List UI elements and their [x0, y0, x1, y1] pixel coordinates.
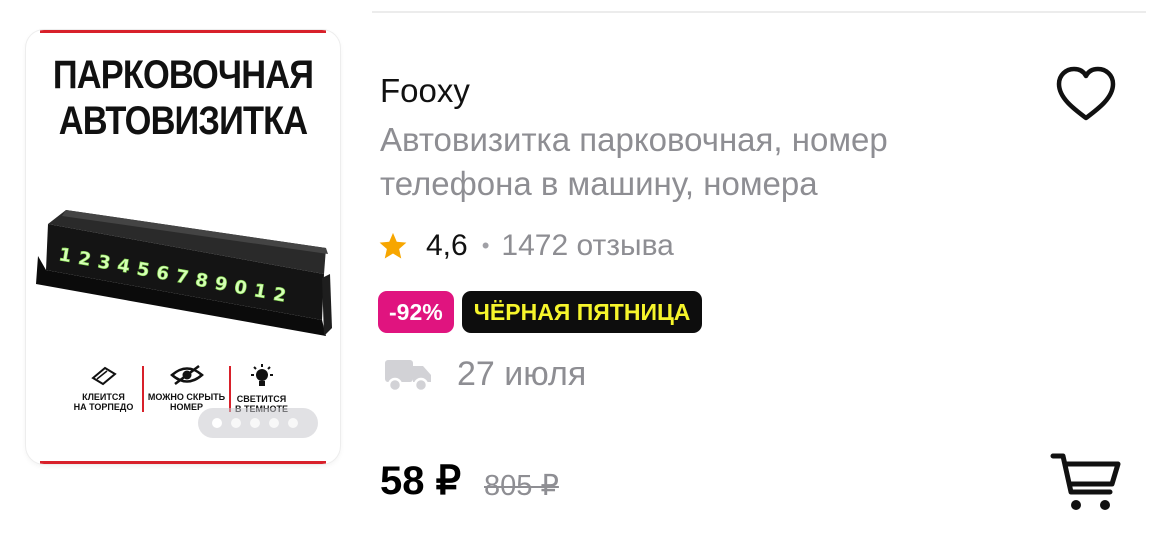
rating-value: 4,6: [426, 229, 468, 262]
tape-icon: [90, 366, 117, 386]
image-title-line2: АВТОВИЗИТКА: [58, 99, 308, 143]
rating-separator: •: [481, 233, 490, 258]
carousel-dot[interactable]: [288, 418, 298, 428]
badges-row: -92% ЧЁРНАЯ ПЯТНИЦА: [378, 291, 703, 333]
reviews-count: 1472 отзыва: [501, 229, 674, 262]
image-title-line1: ПАРКОВОЧНАЯ: [52, 53, 314, 97]
image-carousel-dots[interactable]: [198, 408, 318, 438]
feature-glows: СВЕТИТСЯ В ТЕМНОТЕ: [214, 364, 309, 414]
product-title-line2: телефона в машину, номера: [380, 165, 818, 202]
parking-card-device: 123456789012: [36, 210, 332, 336]
image-title: ПАРКОВОЧНАЯ АВТОВИЗИТКА: [48, 52, 318, 144]
delivery-row: 27 июля: [383, 352, 586, 396]
carousel-dot[interactable]: [269, 418, 279, 428]
product-image-card[interactable]: ПАРКОВОЧНАЯ АВТОВИЗИТКА 123456789012 КЛЕ…: [26, 30, 340, 464]
bulb-icon: [250, 364, 273, 386]
image-red-line-bottom: [40, 461, 326, 464]
image-red-line-top: [40, 30, 326, 33]
cart-icon[interactable]: [1050, 450, 1122, 514]
current-price: 58 ₽: [380, 459, 462, 503]
feature-sticks: КЛЕИТСЯ НА ТОРПЕДО: [56, 364, 151, 412]
carousel-dot[interactable]: [212, 418, 222, 428]
feature-glows-line1: СВЕТИТСЯ: [236, 394, 287, 404]
feature-sticks-line1: КЛЕИТСЯ: [82, 392, 125, 402]
star-icon: [379, 232, 407, 259]
eye-hidden-icon: [169, 365, 204, 385]
old-price: 805 ₽: [484, 470, 559, 502]
heart-icon[interactable]: [1054, 64, 1118, 124]
rating-row[interactable]: 4,6 • 1472 отзыва: [378, 226, 674, 266]
black-friday-badge: ЧЁРНАЯ ПЯТНИЦА: [461, 291, 703, 333]
product-title[interactable]: Автовизитка парковочная, номер телефона …: [380, 118, 1040, 206]
carousel-dot[interactable]: [231, 418, 241, 428]
truck-icon: [385, 360, 431, 393]
product-title-line1: Автовизитка парковочная, номер: [380, 121, 888, 158]
carousel-dot[interactable]: [250, 418, 260, 428]
delivery-date: 27 июля: [457, 354, 587, 393]
discount-badge: -92%: [378, 291, 454, 333]
top-divider: [372, 11, 1146, 13]
feature-sticks-line2: НА ТОРПЕДО: [73, 402, 134, 412]
brand-name[interactable]: Fooxy: [380, 72, 470, 110]
